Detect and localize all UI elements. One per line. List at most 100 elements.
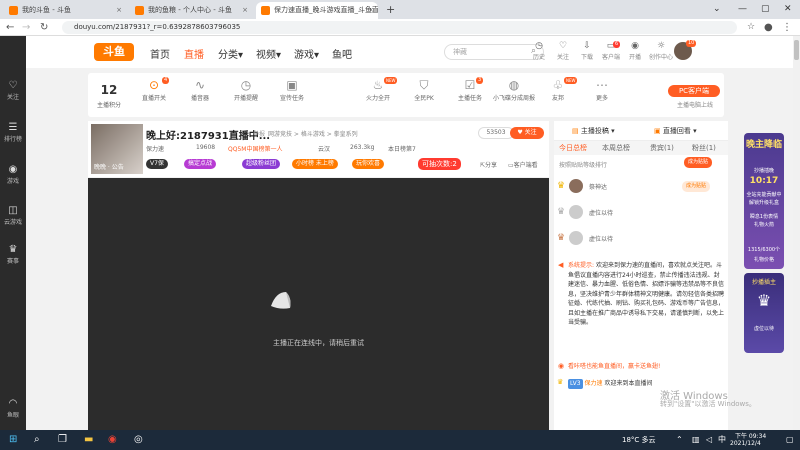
network-icon[interactable]: ▥ bbox=[692, 433, 700, 447]
sidebar-item-events[interactable]: ♛ 赛事 bbox=[0, 244, 26, 265]
rank-row[interactable]: ♛ 虚位以待 bbox=[557, 203, 727, 223]
creator-center-button[interactable]: ☼ 创作中心 bbox=[648, 41, 674, 61]
tab-vip[interactable]: 贵宾(1) bbox=[650, 143, 674, 153]
download-button[interactable]: ⇩ 下载 bbox=[576, 41, 598, 61]
maximize-icon[interactable]: ▢ bbox=[761, 1, 770, 17]
live-reminder-button[interactable]: ◷ 开播提醒 bbox=[228, 77, 264, 102]
battle-badge[interactable]: 搞定点战 bbox=[184, 159, 217, 169]
heart-icon: ♡ bbox=[8, 80, 18, 91]
friends-button[interactable]: ♧ 友邦 NEW bbox=[540, 77, 578, 102]
tray-chevron-icon[interactable]: ⌃ bbox=[676, 433, 683, 447]
nav-fishbar[interactable]: 鱼吧 bbox=[332, 46, 352, 61]
hourly-rank-badge[interactable]: 小时榜 未上榜 bbox=[292, 159, 338, 169]
search-icon[interactable]: ⌕ bbox=[34, 433, 40, 447]
nav-category[interactable]: 分类▾ bbox=[218, 46, 243, 61]
nav-video[interactable]: 视频▾ bbox=[256, 46, 281, 61]
tab-anchor-posts[interactable]: ▤ 主播投稿 ▾ bbox=[572, 126, 615, 136]
promo-task-button[interactable]: ▣ 宣传任务 bbox=[274, 77, 310, 102]
notification-icon[interactable]: ▢ bbox=[786, 433, 794, 447]
follow-list-button[interactable]: ♡ 关注 bbox=[552, 41, 574, 61]
promo-banner-main[interactable]: 晚主降临 抄播插晚 10:17 全站充能贡献中 解锁升级礼盒 瞬息1份表情 礼物… bbox=[744, 133, 784, 269]
lottery-count-badge[interactable]: 可抽次数:2 bbox=[418, 158, 461, 170]
close-icon[interactable]: × bbox=[242, 2, 248, 19]
video-player[interactable]: 主播正在连线中，请稍后重试 bbox=[88, 178, 549, 430]
rank-row[interactable]: ♛ 虚位以待 bbox=[557, 229, 727, 249]
start-live-button[interactable]: ◉ 开播 bbox=[624, 41, 646, 61]
weather-widget[interactable]: 18°C 多云 bbox=[622, 435, 656, 445]
sidebar-item-yuyan[interactable]: ◠ 鱼眼 bbox=[0, 398, 26, 419]
browser-tab-3[interactable]: 保力速直播_晚斗游戏直播_斗鱼直 × bbox=[256, 2, 378, 19]
chrome-icon[interactable]: ◉ bbox=[108, 433, 117, 447]
anchor-honor[interactable]: QQ5M中国榜第一人 bbox=[228, 144, 282, 153]
windows-start-icon[interactable]: ⊞ bbox=[9, 433, 17, 447]
more-button[interactable]: ⋯ 更多 bbox=[584, 77, 620, 102]
site-header: 斗鱼 首页 直播 分类▾ 视频▾ 游戏▾ 鱼吧 神藏 ⌕ ◷ 历史 ♡ 关注 ⇩ 下载… bbox=[26, 36, 800, 68]
tab-search-icon[interactable]: ⌄ bbox=[713, 1, 721, 17]
vip-badge[interactable]: V7保 bbox=[146, 159, 168, 169]
file-explorer-icon[interactable]: ▬ bbox=[84, 433, 93, 447]
tab-fans[interactable]: 粉丝(1) bbox=[692, 143, 716, 153]
firepower-button[interactable]: ♨ 火力全开 NEW bbox=[360, 77, 398, 102]
new-tab-icon[interactable]: + bbox=[386, 2, 395, 17]
window-close-icon[interactable]: ✕ bbox=[784, 1, 792, 17]
volume-icon[interactable]: ◁ bbox=[706, 433, 712, 447]
client-watch-label: 客户端看 bbox=[513, 162, 538, 169]
task-view-icon[interactable]: ❐ bbox=[58, 433, 67, 447]
report-link[interactable]: 举报 bbox=[253, 129, 265, 138]
star-icon[interactable]: ☆ bbox=[747, 20, 755, 35]
sidebar-item-games[interactable]: ◉ 游戏 bbox=[0, 164, 26, 185]
sidebar-item-ranking[interactable]: ☰ 排行榜 bbox=[0, 122, 26, 143]
anchor-level-count: 19608 bbox=[196, 144, 216, 151]
play-badge[interactable]: 玩你欢喜 bbox=[352, 159, 385, 169]
promo-banner-secondary[interactable]: 抄播插主 ♛ 虚位以待 bbox=[744, 273, 784, 353]
client-button[interactable]: ▭ 客户端 6 bbox=[600, 41, 622, 61]
tool-label: 播音器 bbox=[190, 95, 209, 102]
anchor-task-button[interactable]: ☑ 主播任务 3 bbox=[452, 77, 488, 102]
minimize-icon[interactable]: — bbox=[738, 1, 747, 17]
reload-icon[interactable]: ↻ bbox=[40, 20, 48, 35]
anchor-name[interactable]: 保力速 bbox=[146, 144, 164, 153]
pc-client-button[interactable]: PC客户端 bbox=[668, 85, 720, 97]
nav-live[interactable]: 直播 bbox=[184, 46, 204, 61]
tab-week[interactable]: 本周总榜 bbox=[602, 143, 630, 153]
taskbar-time[interactable]: 下午 09:34 bbox=[735, 431, 766, 440]
nav-home[interactable]: 首页 bbox=[150, 46, 170, 61]
become-fan-button[interactable]: 成为贴贴 bbox=[682, 181, 711, 192]
follow-button[interactable]: ♥ 关注 bbox=[510, 127, 544, 139]
nav-games[interactable]: 游戏▾ bbox=[294, 46, 319, 61]
page-scrollbar[interactable] bbox=[793, 36, 800, 430]
taskbar-date[interactable]: 2021/12/4 bbox=[730, 440, 761, 447]
ime-icon[interactable]: 中 bbox=[718, 433, 726, 447]
message-user[interactable]: 保力速 bbox=[585, 380, 603, 387]
audio-button[interactable]: ∿ 播音器 bbox=[182, 77, 218, 102]
forward-icon[interactable]: → bbox=[22, 20, 30, 35]
user-avatar[interactable]: 10 bbox=[674, 40, 697, 60]
category-breadcrumb[interactable]: 网游竞技 > 格斗游戏 > 拳皇系列 bbox=[268, 129, 358, 138]
ufo-report-button[interactable]: ◍ 小飞碟分成周报 bbox=[492, 77, 536, 102]
browser-tab-1[interactable]: 我的斗鱼 - 斗鱼 × bbox=[4, 2, 126, 19]
history-button[interactable]: ◷ 历史 bbox=[528, 41, 550, 61]
sidebar-item-follow[interactable]: ♡ 关注 bbox=[0, 80, 26, 101]
live-switch-button[interactable]: ⊙ 直播开关 4 bbox=[136, 77, 172, 102]
menu-icon[interactable]: ⋮ bbox=[782, 20, 792, 35]
app-icon[interactable]: ◎ bbox=[134, 433, 143, 447]
rank-row[interactable]: ♛ 祭神达 成为贴贴 bbox=[557, 177, 727, 197]
nav-label: 游戏 bbox=[294, 50, 314, 61]
notice-message[interactable]: 看咔嗒也能鱼直播间，赢卡送鱼翅! bbox=[568, 362, 724, 372]
url-input[interactable]: douyu.com/2187931?_r=0.6392878603796035 bbox=[62, 21, 737, 34]
share-button[interactable]: ⇱分享 bbox=[480, 160, 497, 169]
sidebar-item-cloud-game[interactable]: ◫ 云游戏 bbox=[0, 205, 26, 226]
profile-icon[interactable]: ● bbox=[764, 20, 773, 35]
client-watch-button[interactable]: ▭客户端看 bbox=[508, 160, 538, 169]
pk-button[interactable]: ⛉ 全民PK bbox=[406, 77, 442, 102]
tab-today[interactable]: 今日总榜 bbox=[559, 143, 587, 153]
douyu-logo[interactable]: 斗鱼 bbox=[94, 43, 134, 61]
fan-club-badge[interactable]: 超级粉丝团 bbox=[242, 159, 281, 169]
back-icon[interactable]: ← bbox=[6, 20, 14, 35]
scrollbar-thumb[interactable] bbox=[794, 40, 799, 60]
close-icon[interactable]: × bbox=[116, 2, 122, 19]
tab-replay[interactable]: ▣ 直播回看 ▾ bbox=[654, 126, 697, 136]
become-fan-button[interactable]: 成为贴贴 bbox=[684, 157, 713, 168]
browser-tab-2[interactable]: 我的鱼粮 - 个人中心 - 斗鱼 × bbox=[130, 2, 252, 19]
close-icon[interactable]: × bbox=[368, 2, 374, 19]
